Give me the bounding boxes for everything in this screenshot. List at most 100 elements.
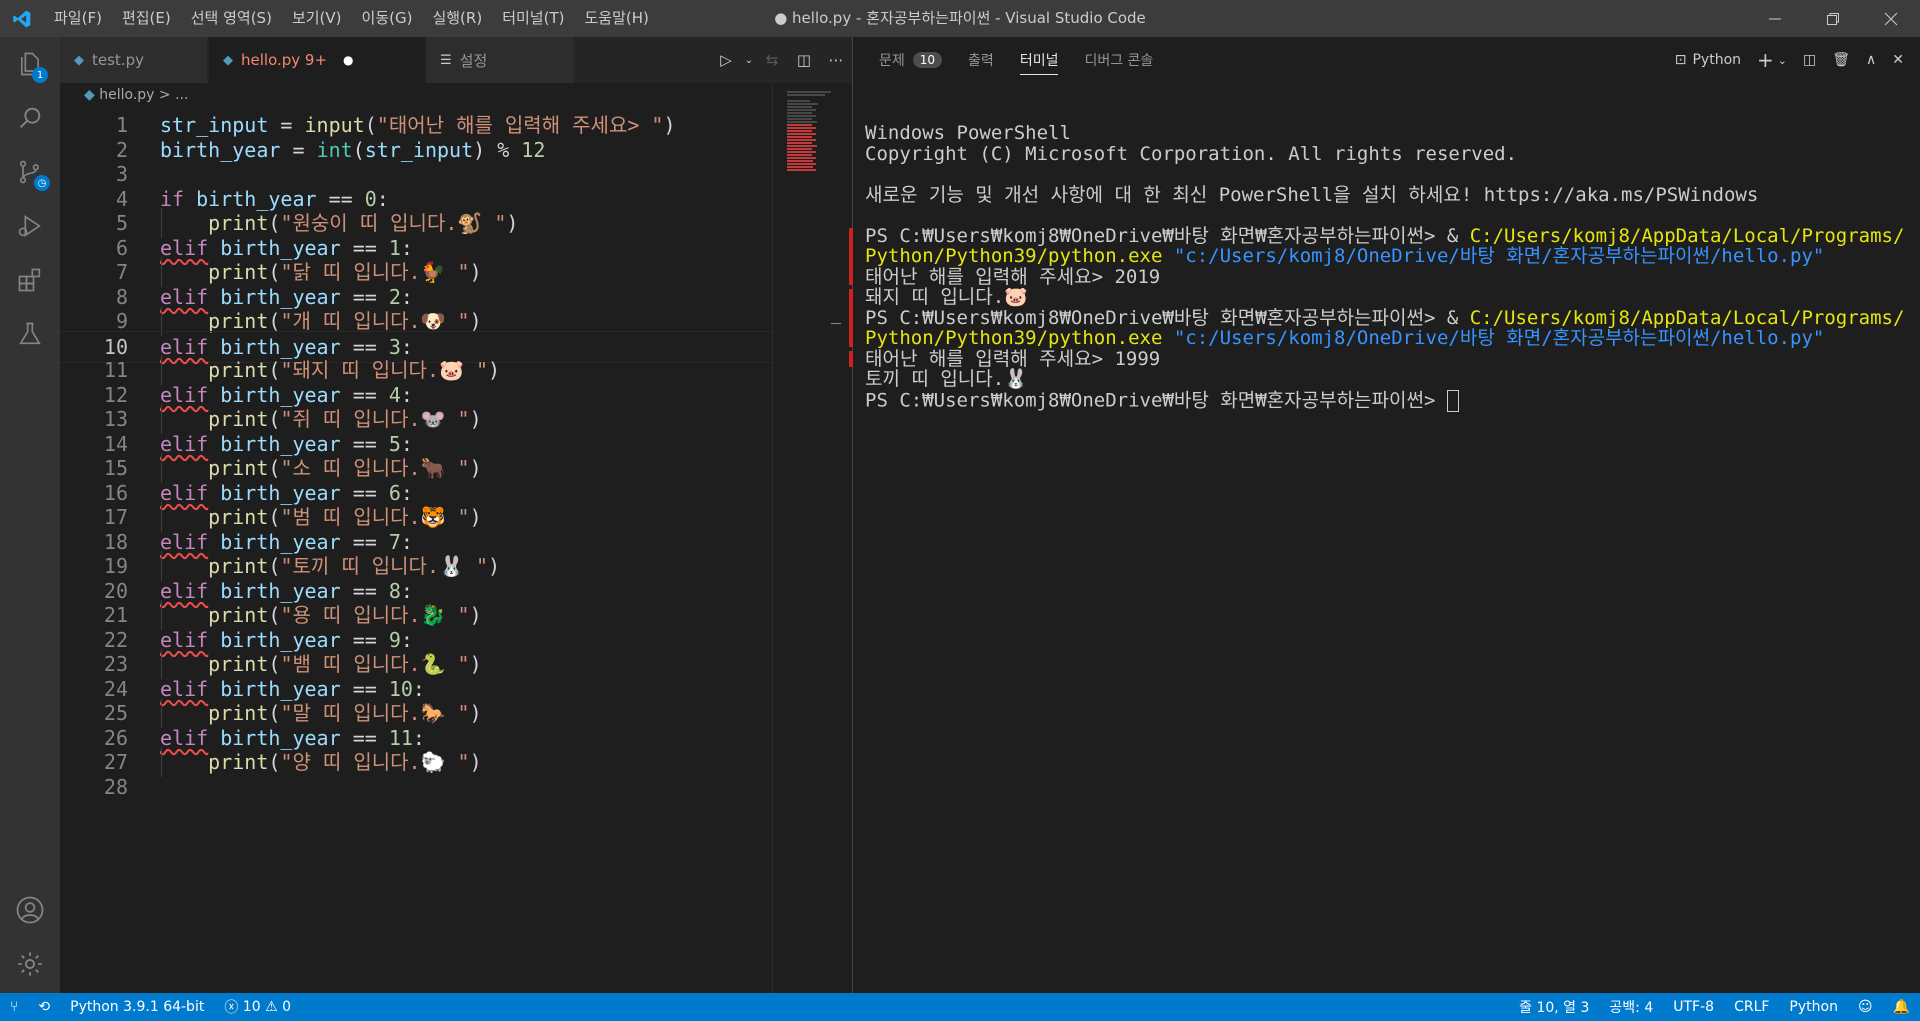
extensions-icon[interactable]: [0, 253, 60, 307]
encoding[interactable]: UTF-8: [1663, 999, 1724, 1015]
terminal-line: 태어난 해를 입력해 주세요> 1999: [865, 347, 1161, 370]
vscode-logo-icon: [0, 0, 44, 37]
panel-tab-label: 터미널: [1019, 53, 1059, 69]
settings-list-icon: ☰: [440, 52, 452, 68]
terminal-line: PS C:₩Users₩komj8₩OneDrive₩바탕 화면₩혼자공부하는파…: [865, 389, 1905, 412]
panel-tab-bar: 문제 10 출력 터미널 디버그 콘솔: [853, 37, 1179, 83]
language-mode[interactable]: Python: [1779, 999, 1848, 1015]
run-debug-icon[interactable]: [0, 199, 60, 253]
menu-item[interactable]: 실행(R): [422, 0, 492, 37]
minimap-line: [787, 118, 813, 120]
editor-group: ◆ test.py ◆ hello.py 9+ ● ☰ 설정 ▷ ⌄ ⇆ ◫ ⋯…: [60, 37, 853, 993]
panel-tab-1[interactable]: 출력: [968, 37, 994, 83]
restore-icon[interactable]: [1804, 0, 1862, 37]
panel-tab-label: 출력: [968, 53, 994, 69]
minimap-line: [787, 94, 826, 96]
command-decoration-error[interactable]: [849, 309, 853, 347]
search-icon[interactable]: [0, 91, 60, 145]
new-terminal-icon[interactable]: +: [1749, 37, 1776, 83]
chevron-down-icon[interactable]: ⌄: [1776, 37, 1795, 83]
tab-hello-py[interactable]: ◆ hello.py 9+ ●: [209, 37, 425, 83]
line-number: 28: [103, 774, 128, 799]
split-terminal-icon[interactable]: ◫: [1795, 37, 1824, 83]
terminal-line: 토끼 띠 입니다.🐰: [865, 368, 1028, 390]
terminal-line: PS C:₩Users₩komj8₩OneDrive₩바탕 화면₩혼자공부하는파…: [865, 307, 1905, 349]
close-icon[interactable]: [1862, 0, 1920, 37]
notifications-bell-icon[interactable]: 🔔: [1883, 999, 1920, 1015]
minimap-line: [787, 130, 813, 132]
feedback-icon[interactable]: ☺: [1848, 999, 1883, 1015]
breadcrumb-file[interactable]: hello.py: [99, 87, 154, 103]
unsaved-dot-icon[interactable]: ●: [343, 53, 353, 67]
minimap[interactable]: [772, 83, 853, 993]
chevron-down-icon[interactable]: ⌄: [742, 37, 756, 83]
split-editor-icon[interactable]: ◫: [788, 37, 820, 83]
tab-test-py[interactable]: ◆ test.py: [60, 37, 208, 83]
indentation[interactable]: 공백: 4: [1599, 997, 1663, 1017]
more-actions-icon[interactable]: ⋯: [820, 37, 852, 83]
problems-count-badge: 10: [912, 52, 943, 68]
menu-item[interactable]: 보기(V): [282, 0, 352, 37]
problems-status[interactable]: ⓧ 10 ⚠ 0: [214, 997, 301, 1017]
explorer-icon[interactable]: 1: [0, 37, 60, 91]
status-bar: ⑂ ⟲ Python 3.9.1 64-bit ⓧ 10 ⚠ 0 줄 10, 열…: [0, 993, 1920, 1021]
tab-label: 설정: [459, 51, 488, 70]
minimap-line: [787, 136, 813, 138]
error-count: 10: [242, 999, 261, 1015]
testing-icon[interactable]: [0, 307, 60, 361]
terminal-line: 새로운 기능 및 개선 사항에 대 한 최신 PowerShell을 설치 하세…: [865, 183, 1759, 206]
cursor-position[interactable]: 줄 10, 열 3: [1509, 997, 1599, 1017]
code-area[interactable]: 1 str_input = input("태어난 해를 입력해 주세요> ") 2 b…: [60, 110, 772, 990]
menu-item[interactable]: 파일(F): [44, 0, 112, 37]
minimap-line: [787, 142, 813, 144]
error-icon: ⓧ: [224, 1000, 239, 1016]
menu-item[interactable]: 이동(G): [352, 0, 423, 37]
minimap-line: [787, 139, 816, 141]
minimap-line: [787, 100, 810, 102]
terminal-output[interactable]: Windows PowerShell Copyright (C) Microsof…: [849, 123, 1905, 412]
line-ending[interactable]: CRLF: [1724, 999, 1779, 1015]
breadcrumb: ◆ hello.py > ...: [60, 83, 188, 107]
maximize-panel-icon[interactable]: ∧: [1858, 37, 1884, 83]
script-path-arg: "c:/Users/komj8/OneDrive/바탕 화면/혼자공부하는파이썬…: [1162, 245, 1825, 267]
minimap-line: [787, 169, 816, 171]
python-interpreter[interactable]: Python 3.9.1 64-bit: [60, 999, 214, 1015]
trash-icon[interactable]: 🗑: [1824, 37, 1858, 83]
tab-settings[interactable]: ☰ 설정: [426, 37, 574, 83]
menu-item[interactable]: 터미널(T): [492, 0, 574, 37]
account-icon[interactable]: [0, 883, 60, 937]
terminal-line: PS C:₩Users₩komj8₩OneDrive₩바탕 화면₩혼자공부하는파…: [865, 225, 1905, 267]
settings-gear-icon[interactable]: [0, 937, 60, 991]
compare-changes-icon[interactable]: ⇆: [756, 37, 788, 83]
command-decoration-error[interactable]: [849, 248, 853, 285]
live-share-icon[interactable]: ⟲: [28, 999, 60, 1015]
minimize-icon[interactable]: [1746, 0, 1804, 37]
menu-item[interactable]: 도움말(H): [574, 0, 658, 37]
panel-tab-2[interactable]: 터미널: [1019, 37, 1059, 83]
minimap-line: [787, 160, 814, 162]
minimap-line: [787, 106, 813, 108]
terminal[interactable]: Windows PowerShell Copyright (C) Microsof…: [831, 83, 1920, 993]
command-decoration-error[interactable]: [849, 350, 853, 367]
run-python-file-icon[interactable]: ▷: [710, 37, 742, 83]
terminal-profile[interactable]: ⊡ Python: [1667, 37, 1749, 83]
source-control-icon[interactable]: ◷: [0, 145, 60, 199]
remote-icon[interactable]: ⑂: [0, 999, 28, 1015]
menu-item[interactable]: 선택 영역(S): [181, 0, 282, 37]
code-line[interactable]: 28: [60, 772, 772, 802]
terminal-icon: ⊡: [1674, 52, 1687, 68]
python-file-icon: ◆: [223, 52, 233, 68]
menu-item[interactable]: 편집(E): [112, 0, 181, 37]
breadcrumb-more[interactable]: > ...: [159, 87, 189, 103]
activity-bar: 1 ◷: [0, 37, 60, 993]
panel-tab-3[interactable]: 디버그 콘솔: [1084, 37, 1153, 83]
menu-bar: 파일(F) 편집(E) 선택 영역(S) 보기(V) 이동(G) 실행(R) 터미널(T) 도…: [44, 0, 659, 37]
panel-tab-label: 문제: [879, 53, 905, 69]
panel-tab-0[interactable]: 문제 10: [879, 37, 943, 83]
close-panel-icon[interactable]: ✕: [1884, 37, 1912, 83]
terminal-separator: [831, 323, 841, 324]
minimap-line: [787, 163, 816, 165]
minimap-line: [787, 145, 817, 147]
